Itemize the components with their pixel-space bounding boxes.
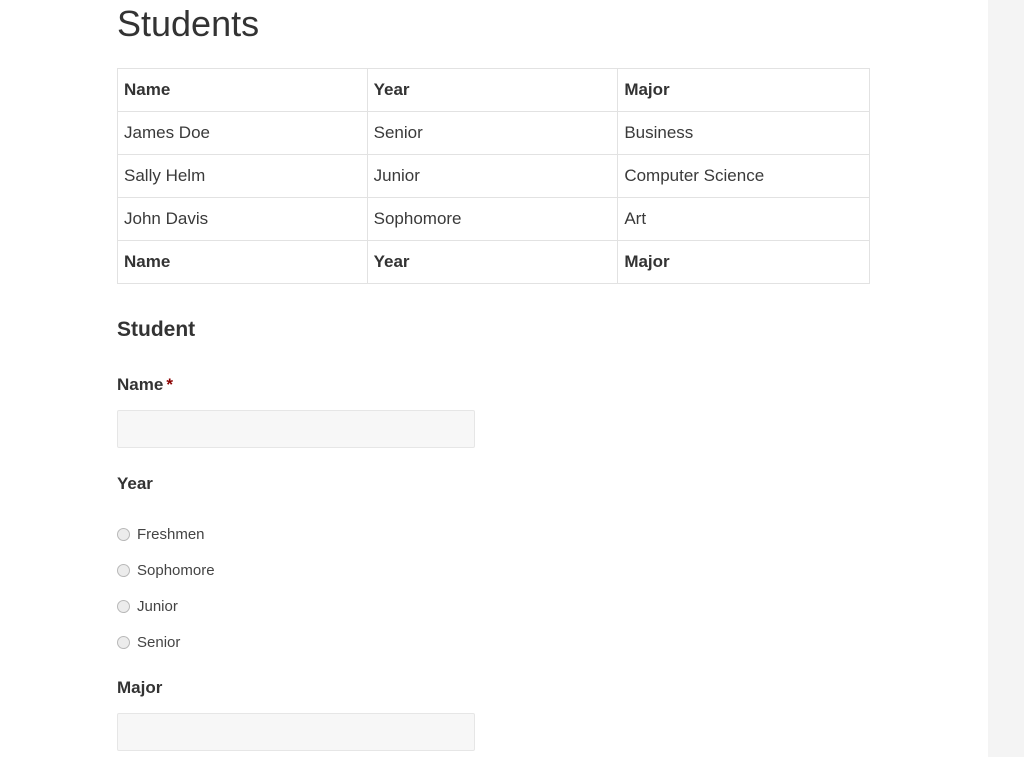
header-name: Name	[117, 68, 368, 112]
header-major: Major	[617, 68, 870, 112]
name-field-label: Name *	[117, 375, 173, 395]
year-field-label: Year	[117, 474, 153, 493]
cell-name: James Doe	[117, 111, 368, 155]
year-option-senior[interactable]: Senior	[117, 632, 180, 652]
table-row: James Doe Senior Business	[117, 111, 870, 155]
page: Students Name Year Major James Doe Senio…	[0, 0, 1024, 757]
radio-button[interactable]	[117, 599, 130, 613]
name-label-text: Name	[117, 375, 164, 394]
table-row: Sally Helm Junior Computer Science	[117, 154, 870, 198]
radio-label: Freshmen	[137, 525, 205, 543]
footer-name: Name	[117, 240, 368, 284]
table-header-row: Name Year Major	[117, 68, 870, 112]
year-option-sophomore[interactable]: Sophomore	[117, 560, 215, 580]
cell-name: Sally Helm	[117, 154, 368, 198]
cell-major: Art	[617, 197, 870, 241]
radio-label: Sophomore	[137, 561, 215, 579]
table-row: John Davis Sophomore Art	[117, 197, 870, 241]
required-marker: *	[166, 375, 173, 394]
cell-major: Computer Science	[617, 154, 870, 198]
header-year: Year	[366, 68, 619, 112]
radio-button[interactable]	[117, 527, 130, 541]
name-input[interactable]	[117, 410, 475, 448]
cell-year: Sophomore	[366, 197, 619, 241]
form-title: Student	[117, 318, 196, 341]
major-field-label: Major	[117, 678, 163, 697]
cell-major: Business	[617, 111, 870, 155]
table-footer-row: Name Year Major	[117, 240, 870, 284]
cell-year: Senior	[366, 111, 619, 155]
footer-major: Major	[617, 240, 870, 284]
footer-year: Year	[366, 240, 619, 284]
page-gutter	[988, 0, 1024, 757]
year-option-freshmen[interactable]: Freshmen	[117, 524, 205, 544]
page-title: Students	[117, 3, 260, 44]
radio-label: Senior	[137, 633, 181, 651]
cell-name: John Davis	[117, 197, 368, 241]
year-option-junior[interactable]: Junior	[117, 596, 178, 616]
major-input[interactable]	[117, 713, 475, 751]
radio-button[interactable]	[117, 635, 130, 649]
radio-button[interactable]	[117, 563, 130, 577]
students-table: Name Year Major James Doe Senior Busines…	[117, 68, 870, 284]
cell-year: Junior	[366, 154, 619, 198]
radio-label: Junior	[137, 597, 178, 615]
